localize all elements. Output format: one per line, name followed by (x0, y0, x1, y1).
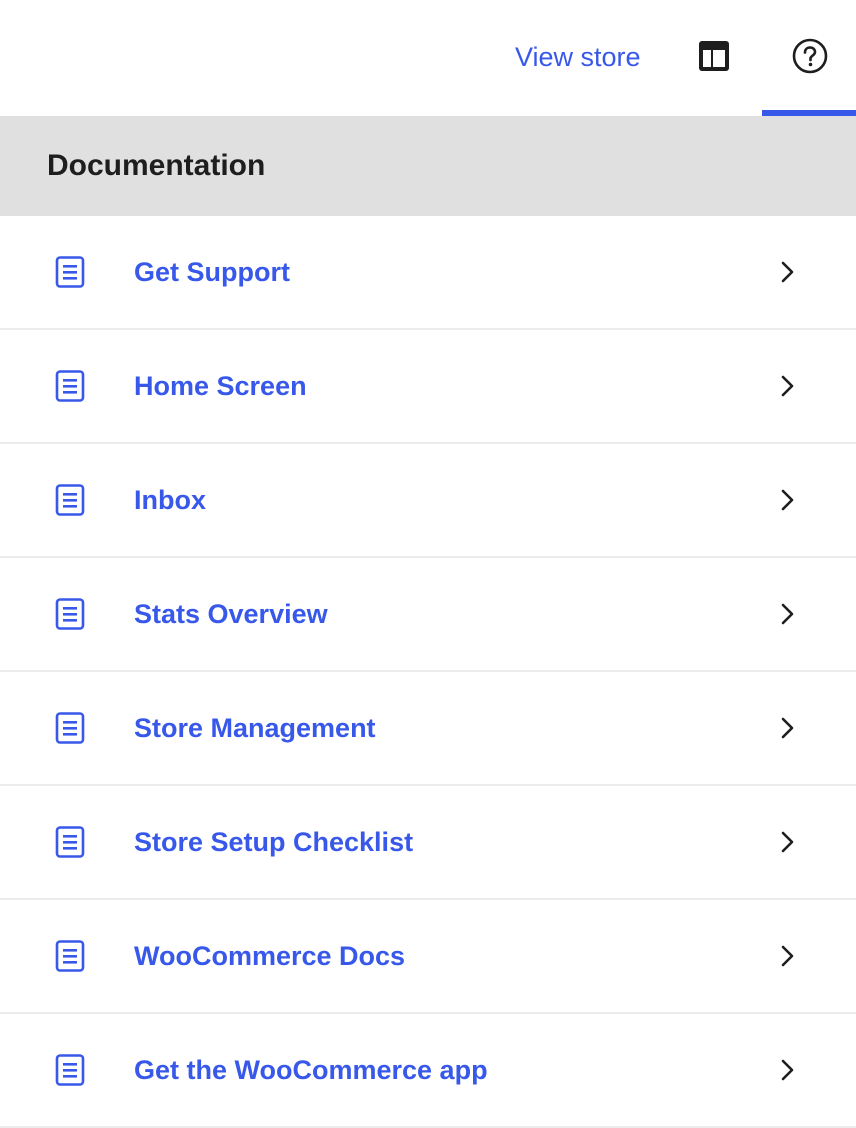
doc-list-item[interactable]: Store Setup Checklist (0, 786, 856, 900)
view-store-link[interactable]: View store (515, 38, 641, 76)
layout-button[interactable] (694, 36, 734, 76)
documentation-list: Get Support Home Screen Inbox Stats Overvie… (0, 216, 856, 1128)
page-icon (54, 826, 86, 858)
page-icon (54, 256, 86, 288)
chevron-right-icon (774, 943, 800, 969)
section-title: Documentation (47, 149, 266, 182)
doc-list-item[interactable]: Stats Overview (0, 558, 856, 672)
page-icon (54, 598, 86, 630)
chevron-right-icon (774, 373, 800, 399)
help-icon (792, 38, 828, 74)
top-bar: View store (0, 0, 856, 116)
page-icon (54, 484, 86, 516)
doc-item-label[interactable]: Inbox (134, 485, 206, 516)
doc-item-label[interactable]: Get Support (134, 257, 290, 288)
doc-item-label[interactable]: Stats Overview (134, 599, 328, 630)
page-icon (54, 370, 86, 402)
chevron-right-icon (774, 601, 800, 627)
layout-icon (699, 41, 729, 71)
doc-item-label[interactable]: Store Management (134, 713, 376, 744)
doc-item-label[interactable]: Store Setup Checklist (134, 827, 413, 858)
doc-item-label[interactable]: WooCommerce Docs (134, 941, 405, 972)
chevron-right-icon (774, 715, 800, 741)
help-button[interactable] (790, 36, 830, 76)
doc-item-label[interactable]: Home Screen (134, 371, 307, 402)
doc-list-item[interactable]: Get Support (0, 216, 856, 330)
page-icon (54, 712, 86, 744)
doc-list-item[interactable]: Store Management (0, 672, 856, 786)
chevron-right-icon (774, 487, 800, 513)
doc-list-item[interactable]: Get the WooCommerce app (0, 1014, 856, 1128)
doc-list-item[interactable]: Inbox (0, 444, 856, 558)
doc-item-label[interactable]: Get the WooCommerce app (134, 1055, 488, 1086)
section-header: Documentation (0, 116, 856, 216)
doc-list-item[interactable]: WooCommerce Docs (0, 900, 856, 1014)
page-icon (54, 940, 86, 972)
chevron-right-icon (774, 1057, 800, 1083)
chevron-right-icon (774, 259, 800, 285)
active-tab-indicator (762, 110, 856, 116)
page-icon (54, 1054, 86, 1086)
chevron-right-icon (774, 829, 800, 855)
doc-list-item[interactable]: Home Screen (0, 330, 856, 444)
